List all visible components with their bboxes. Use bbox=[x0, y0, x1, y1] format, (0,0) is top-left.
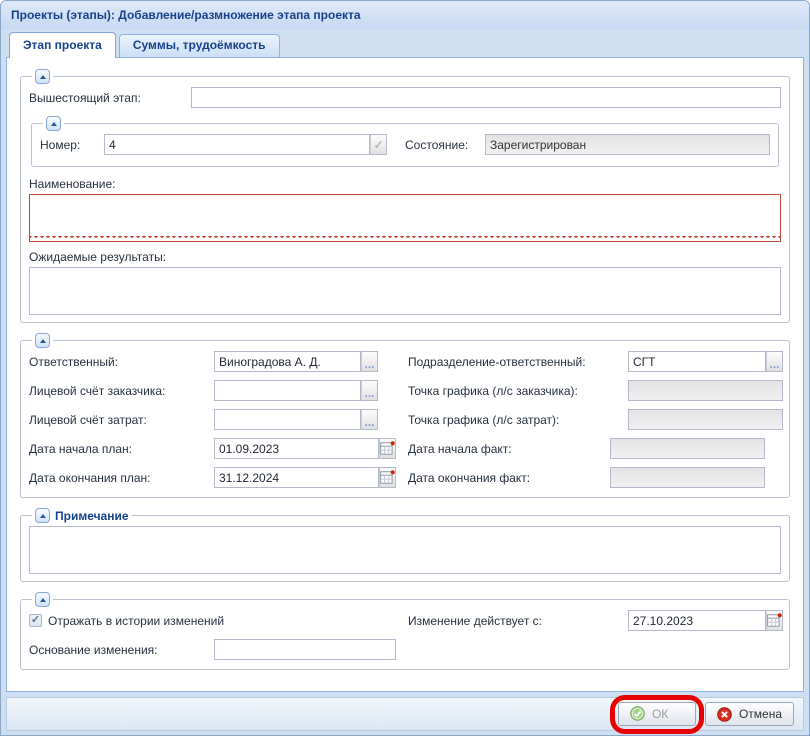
window-title: Проекты (этапы): Добавление/размножение … bbox=[11, 8, 361, 22]
ok-button-label: ОК bbox=[652, 707, 668, 721]
history-checkbox: ✓ bbox=[29, 614, 42, 627]
plan-start-date-input[interactable] bbox=[214, 438, 379, 459]
plan-end-label: Дата окончания план: bbox=[29, 471, 214, 485]
fieldset-details: Ответственный: ... Подразделение-ответст… bbox=[20, 333, 790, 498]
tab-panel: Этап проекта Суммы, трудоёмкость Вышесто… bbox=[1, 29, 809, 692]
customer-schedule-point-label: Точка графика (л/с заказчика): bbox=[408, 384, 628, 398]
dialog-window: Проекты (этапы): Добавление/размножение … bbox=[0, 0, 810, 736]
department-lookup-trigger[interactable]: ... bbox=[766, 351, 783, 372]
responsible-input[interactable] bbox=[214, 351, 361, 372]
expected-results-textarea[interactable] bbox=[29, 267, 781, 315]
collapse-toggle-note[interactable] bbox=[35, 508, 50, 523]
state-field bbox=[485, 134, 770, 155]
chevron-up-icon bbox=[40, 339, 46, 343]
fact-end-label: Дата окончания факт: bbox=[390, 471, 610, 485]
customer-account-input[interactable] bbox=[214, 380, 361, 401]
cancel-button-label: Отмена bbox=[739, 707, 782, 721]
cost-account-lookup-trigger[interactable]: ... bbox=[361, 409, 378, 430]
history-checkbox-label: Отражать в истории изменений bbox=[48, 614, 224, 628]
ellipsis-icon: ... bbox=[364, 418, 374, 429]
tab-stage-project-label: Этап проекта bbox=[23, 38, 102, 52]
change-date-input[interactable] bbox=[628, 610, 766, 631]
number-input[interactable] bbox=[104, 134, 370, 155]
customer-account-lookup-trigger[interactable]: ... bbox=[361, 380, 378, 401]
note-textarea[interactable] bbox=[29, 526, 781, 574]
name-textarea[interactable] bbox=[30, 195, 780, 236]
check-icon: ✓ bbox=[373, 138, 383, 152]
customer-account-label: Лицевой счёт заказчика: bbox=[29, 384, 214, 398]
plan-start-label: Дата начала план: bbox=[29, 442, 214, 456]
cancel-button[interactable]: Отмена bbox=[705, 702, 794, 726]
responsible-lookup-trigger[interactable]: ... bbox=[361, 351, 378, 372]
fact-start-label: Дата начала факт: bbox=[390, 442, 610, 456]
change-reason-label: Основание изменения: bbox=[29, 643, 214, 657]
tab-strip: Этап проекта Суммы, трудоёмкость bbox=[6, 31, 804, 57]
cost-schedule-point-field bbox=[628, 409, 783, 430]
parent-stage-label: Вышестоящий этап: bbox=[29, 91, 191, 105]
tab-stage-project[interactable]: Этап проекта bbox=[9, 32, 116, 58]
chevron-up-icon bbox=[40, 75, 46, 79]
invalid-underline-icon bbox=[30, 236, 780, 241]
cost-account-input[interactable] bbox=[214, 409, 361, 430]
name-label: Наименование: bbox=[29, 177, 781, 191]
state-label: Состояние: bbox=[405, 138, 485, 152]
plan-end-date-input[interactable] bbox=[214, 467, 379, 488]
button-bar: ОК Отмена bbox=[6, 697, 804, 731]
number-label: Номер: bbox=[40, 138, 104, 152]
tab-sums-labor[interactable]: Суммы, трудоёмкость bbox=[119, 34, 280, 57]
parent-stage-input[interactable] bbox=[191, 87, 781, 108]
responsible-label: Ответственный: bbox=[29, 355, 214, 369]
chevron-up-icon bbox=[40, 598, 46, 602]
cost-account-label: Лицевой счёт затрат: bbox=[29, 413, 214, 427]
customer-schedule-point-field bbox=[628, 380, 783, 401]
name-field-invalid bbox=[29, 194, 781, 242]
calendar-icon bbox=[767, 613, 782, 628]
collapse-toggle-details[interactable] bbox=[35, 333, 50, 348]
change-date-trigger[interactable] bbox=[766, 610, 783, 631]
fact-end-date-field bbox=[610, 467, 765, 488]
note-legend: Примечание bbox=[55, 509, 129, 523]
tab-sums-labor-label: Суммы, трудоёмкость bbox=[133, 38, 266, 52]
ok-button[interactable]: ОК bbox=[618, 702, 696, 726]
collapse-toggle-main[interactable] bbox=[35, 69, 50, 84]
cost-schedule-point-label: Точка графика (л/с затрат): bbox=[408, 413, 628, 427]
cancel-cross-circle-icon bbox=[717, 707, 732, 722]
fieldset-main: Вышестоящий этап: Номер: bbox=[20, 69, 790, 323]
department-input[interactable] bbox=[628, 351, 766, 372]
window-titlebar[interactable]: Проекты (этапы): Добавление/размножение … bbox=[1, 1, 809, 29]
ellipsis-icon: ... bbox=[364, 360, 374, 371]
change-reason-input[interactable] bbox=[214, 639, 396, 660]
number-confirm-trigger[interactable]: ✓ bbox=[370, 134, 387, 155]
checkmark-icon: ✓ bbox=[31, 615, 40, 626]
fieldset-note: Примечание bbox=[20, 508, 790, 582]
ellipsis-icon: ... bbox=[364, 389, 374, 400]
chevron-up-icon bbox=[40, 514, 46, 518]
chevron-up-icon bbox=[51, 122, 57, 126]
fieldset-number-state: Номер: ✓ Состояние: bbox=[31, 116, 779, 167]
collapse-toggle-history[interactable] bbox=[35, 592, 50, 607]
department-label: Подразделение-ответственный: bbox=[408, 355, 628, 369]
expected-results-label: Ожидаемые результаты: bbox=[29, 250, 781, 264]
collapse-toggle-number[interactable] bbox=[46, 116, 61, 131]
fieldset-history: ✓ Отражать в истории изменений Изменение… bbox=[20, 592, 790, 670]
form-panel: Вышестоящий этап: Номер: bbox=[6, 57, 804, 692]
ok-check-circle-icon bbox=[630, 706, 645, 721]
fact-start-date-field bbox=[610, 438, 765, 459]
ellipsis-icon: ... bbox=[769, 360, 779, 371]
change-date-label: Изменение действует с: bbox=[408, 614, 628, 628]
